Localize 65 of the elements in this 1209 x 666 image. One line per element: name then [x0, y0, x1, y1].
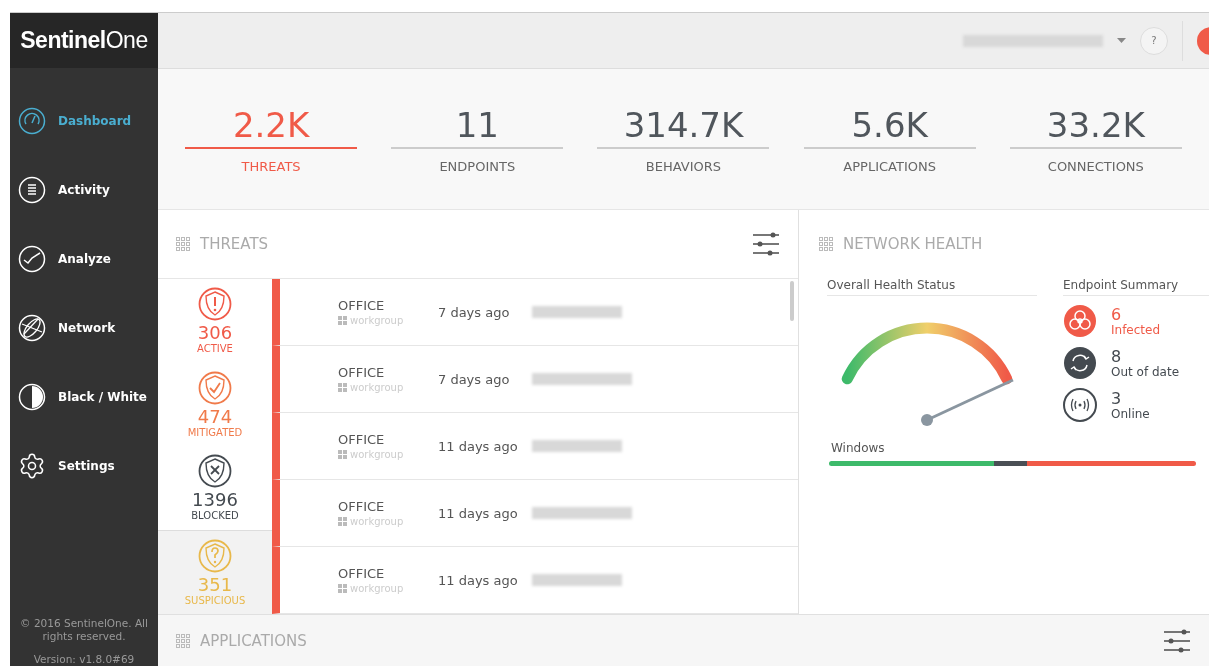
endpoint-name: OFFICE	[338, 365, 386, 380]
filter-sliders-icon[interactable]	[752, 231, 780, 257]
settings-icon	[18, 451, 46, 480]
stat-label: CONNECTIONS	[1047, 158, 1144, 174]
shield-icon	[198, 370, 232, 405]
summary-count: 8	[1111, 347, 1123, 365]
contrast-icon	[18, 382, 46, 411]
threat-time: 11 days ago	[438, 438, 519, 454]
shield-icon	[198, 538, 232, 573]
grid-icon	[176, 634, 190, 648]
summary-count: 3	[1111, 389, 1123, 407]
sidebar-item[interactable]: Dashboard	[10, 86, 158, 155]
stat-value[interactable]: 33.2K	[1009, 104, 1182, 149]
wireless-signal-icon	[1063, 388, 1097, 422]
windows-icon	[338, 517, 347, 526]
stat-label: ENDPOINTS	[439, 158, 516, 174]
threat-time: 11 days ago	[438, 505, 519, 521]
summary-label: Out of date	[1111, 364, 1179, 379]
globe-icon	[18, 313, 46, 342]
refresh-icon	[1063, 346, 1097, 380]
endpoint-name: OFFICE	[338, 298, 386, 313]
panel-title: APPLICATIONS	[200, 632, 307, 650]
summary-label: Online	[1111, 406, 1150, 421]
scrollbar[interactable]	[790, 281, 794, 321]
threat-time: 7 days ago	[438, 304, 511, 320]
windows-icon	[338, 584, 347, 593]
sidebar-item[interactable]: Analyze	[10, 224, 158, 293]
endpoint-name: OFFICE	[338, 499, 386, 514]
shield-icon	[198, 287, 232, 322]
windows-icon	[338, 316, 347, 325]
shield-icon	[198, 454, 232, 489]
filter-sliders-icon[interactable]	[1163, 628, 1191, 654]
stat-value[interactable]: 314.7K	[597, 104, 770, 149]
help-button[interactable]: ?	[1140, 26, 1168, 55]
stat-value[interactable]: 11	[391, 104, 564, 149]
stat-label: THREATS	[241, 158, 301, 174]
list-icon	[18, 175, 46, 204]
grid-icon	[819, 237, 833, 251]
sidebar-item[interactable]: Black / White	[10, 362, 158, 431]
threat-time: 7 days ago	[438, 371, 511, 387]
stat-label: BEHAVIORS	[645, 158, 722, 174]
sidebar-item[interactable]: Settings	[10, 431, 158, 500]
endpoint-name: OFFICE	[338, 566, 386, 581]
gauge-icon	[18, 106, 46, 135]
caret-icon[interactable]	[1117, 37, 1126, 44]
sidebar-item[interactable]: Activity	[10, 155, 158, 224]
stat-value[interactable]: 5.6K	[803, 104, 976, 149]
windows-icon	[338, 383, 347, 392]
biohazard-icon	[1063, 304, 1097, 338]
panel-title: NETWORK HEALTH	[843, 235, 983, 253]
sidebar-item[interactable]: Network	[10, 293, 158, 362]
grid-icon	[176, 237, 190, 251]
version-text: Version: v1.8.0#69	[32, 653, 136, 666]
sentinelone-logo: SentinelOne	[10, 13, 158, 68]
summary-label: Infected	[1111, 322, 1161, 337]
threat-time: 11 days ago	[438, 572, 519, 588]
os-label: Windows	[831, 441, 886, 455]
stat-label: APPLICATIONS	[843, 158, 936, 174]
section-title: Endpoint Summary	[1063, 278, 1209, 296]
copyright-text: © 2016 SentinelOne. All rights reserved.	[19, 617, 149, 643]
windows-icon	[338, 450, 347, 459]
summary-count: 6	[1111, 305, 1123, 323]
panel-title: THREATS	[200, 235, 269, 253]
endpoint-name: OFFICE	[338, 432, 386, 447]
section-title: Overall Health Status	[827, 278, 1037, 296]
